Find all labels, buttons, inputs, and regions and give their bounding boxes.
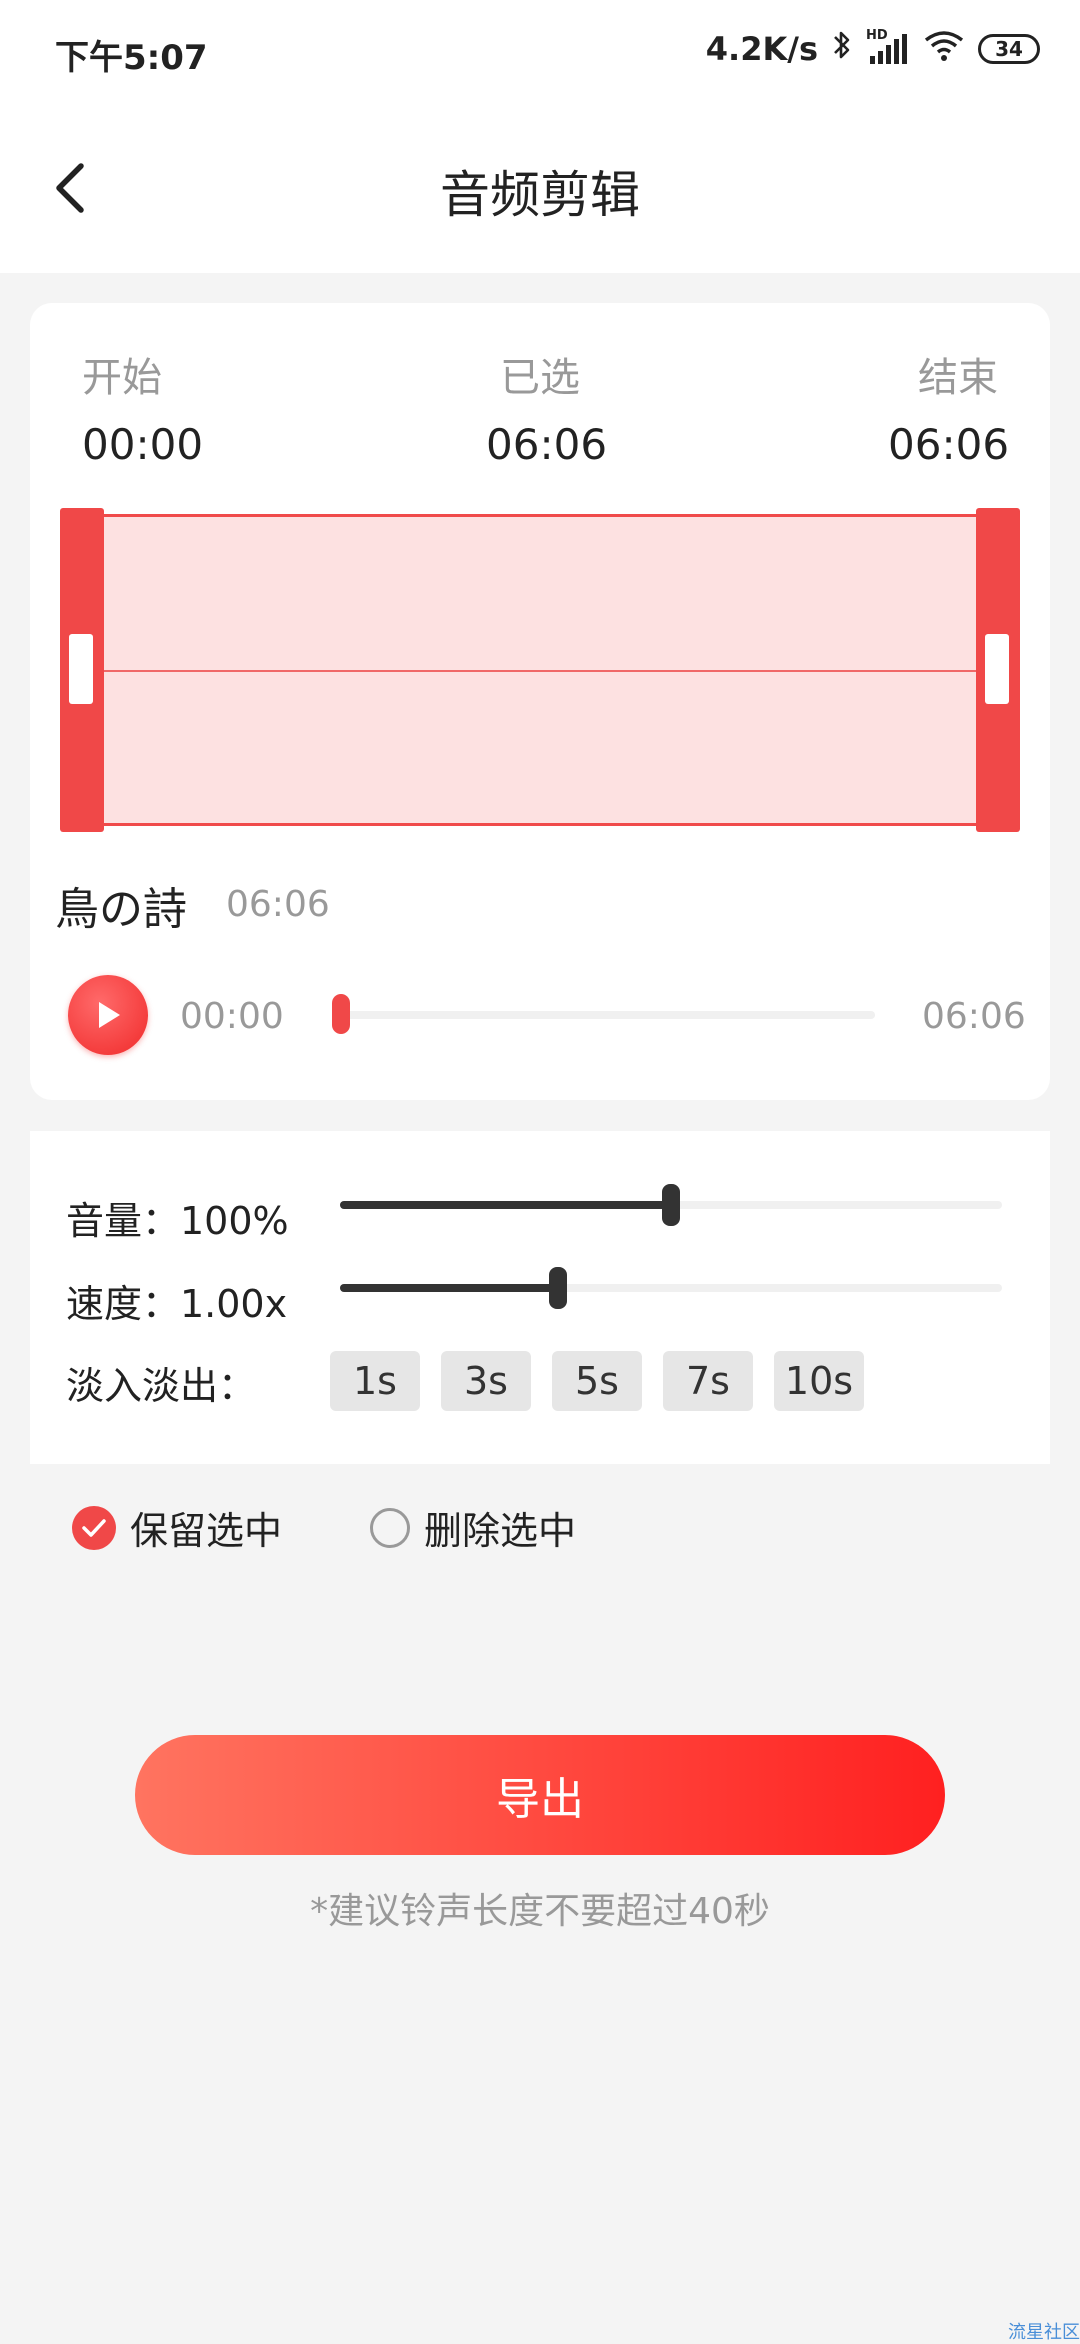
waveform-line [100, 670, 980, 672]
status-time: 下午5:07 [55, 38, 208, 78]
handle-grip [69, 634, 93, 704]
unchecked-radio-icon [370, 1507, 410, 1548]
fade-1s-button[interactable]: 1s [330, 1351, 420, 1411]
keep-selection-label: 保留选中 [130, 1509, 283, 1553]
app-header: 音频剪辑 [0, 100, 1080, 273]
fade-label: 淡入淡出： [66, 1364, 257, 1408]
network-speed: 4.2K/s [705, 30, 818, 68]
end-trim-handle[interactable] [976, 508, 1020, 832]
volume-slider-fill [340, 1201, 671, 1209]
track-duration: 06:06 [226, 884, 330, 925]
status-bar: 下午5:07 4.2K/s HD 34 [0, 0, 1080, 100]
handle-grip [985, 634, 1009, 704]
delete-selection-label: 删除选中 [424, 1509, 577, 1553]
battery-icon: 34 [978, 34, 1040, 64]
current-time: 00:00 [180, 996, 284, 1037]
volume-slider[interactable] [340, 1184, 1002, 1226]
end-label: 结束 [918, 355, 998, 401]
selected-label: 已选 [500, 355, 580, 401]
fade-10s-button[interactable]: 10s [774, 1351, 864, 1411]
watermark: 流星社区 [1008, 2322, 1080, 2343]
page-title: 音频剪辑 [440, 166, 640, 224]
wifi-icon [924, 28, 964, 70]
bluetooth-icon [832, 28, 852, 70]
play-icon [99, 1002, 120, 1028]
ringtone-length-hint: *建议铃声长度不要超过40秒 [310, 1891, 770, 1932]
waveform-selection[interactable] [60, 508, 1020, 832]
playback-progress-track[interactable] [335, 1011, 875, 1019]
speed-label: 速度：1.00x [66, 1282, 288, 1326]
speed-slider-fill [340, 1284, 559, 1292]
start-trim-handle[interactable] [60, 508, 104, 832]
fade-7s-button[interactable]: 7s [663, 1351, 753, 1411]
fade-3s-button[interactable]: 3s [441, 1351, 531, 1411]
volume-label: 音量：100% [66, 1199, 289, 1243]
speed-slider[interactable] [340, 1267, 1002, 1309]
signal-icon: HD [866, 28, 910, 66]
checked-radio-icon [72, 1505, 116, 1550]
export-button[interactable]: 导出 [135, 1735, 945, 1855]
delete-selection-option[interactable]: 删除选中 [370, 1500, 576, 1555]
playback-progress-thumb[interactable] [332, 994, 350, 1034]
start-time: 00:00 [82, 420, 204, 469]
keep-selection-option[interactable]: 保留选中 [72, 1500, 282, 1555]
end-time: 06:06 [888, 420, 1010, 469]
start-label: 开始 [82, 355, 162, 401]
total-time: 06:06 [922, 996, 1026, 1037]
track-name: 鳥の詩 [55, 884, 187, 935]
speed-slider-thumb[interactable] [549, 1267, 568, 1309]
status-icons: 4.2K/s HD 34 [706, 28, 1040, 70]
selected-duration: 06:06 [486, 420, 608, 469]
volume-slider-thumb[interactable] [662, 1184, 680, 1226]
play-button[interactable] [68, 975, 148, 1055]
fade-5s-button[interactable]: 5s [552, 1351, 642, 1411]
